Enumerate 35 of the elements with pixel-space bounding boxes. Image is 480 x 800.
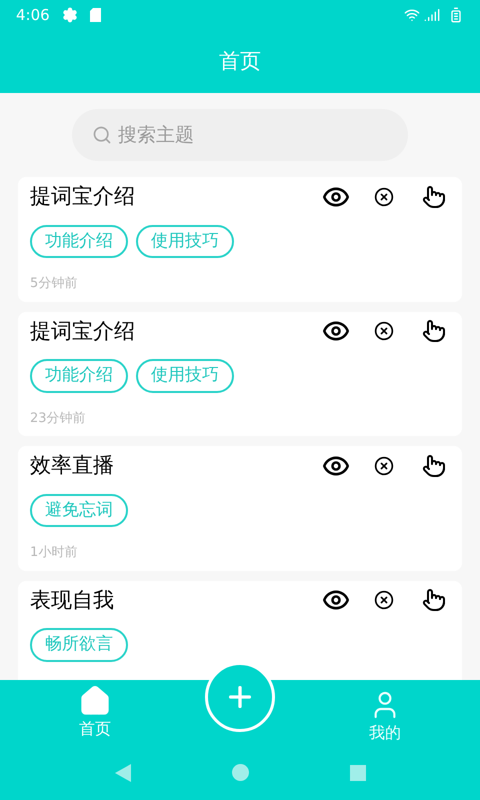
search-icon — [92, 125, 112, 145]
nav-tab[interactable]: 首页 — [0, 680, 190, 745]
topic-tag[interactable]: 使用技巧 — [136, 359, 234, 392]
hand-pointer-icon[interactable] — [422, 454, 446, 478]
wifi-icon — [404, 7, 420, 23]
topic-card[interactable]: 提词宝介绍 功能介绍 使用技巧 5分钟前 — [18, 177, 462, 302]
hand-pointer-icon[interactable] — [422, 184, 446, 209]
hand-pointer-icon[interactable] — [422, 319, 446, 344]
page-title: 首页 — [219, 48, 261, 75]
close-icon[interactable] — [374, 186, 394, 207]
status-time: 4:06 — [16, 4, 50, 26]
topic-tag[interactable]: 功能介绍 — [30, 359, 128, 392]
topic-title: 提词宝介绍 — [30, 318, 136, 344]
topic-card[interactable]: 提词宝介绍 功能介绍 使用技巧 23分钟前 — [18, 312, 462, 436]
timestamp: 5分钟前 — [30, 275, 78, 293]
topic-tag[interactable]: 避免忘词 — [30, 494, 128, 527]
timestamp: 23分钟前 — [30, 410, 87, 428]
timestamp: 1小时前 — [30, 544, 78, 562]
topic-card[interactable]: 效率直播 避免忘词 1小时前 — [18, 446, 462, 570]
topic-tag[interactable]: 功能介绍 — [30, 224, 128, 258]
signal-icon — [424, 7, 440, 23]
topic-title: 效率直播 — [30, 452, 115, 479]
search-field[interactable]: 搜索主题 — [72, 109, 408, 161]
close-icon[interactable] — [374, 321, 394, 342]
topic-title: 表现自我 — [30, 586, 115, 614]
sd-card-icon — [90, 8, 101, 22]
settings-icon — [62, 7, 78, 23]
nav-tab[interactable]: 我的 — [290, 680, 480, 745]
topic-card[interactable]: 表现自我 畅所欲言 — [18, 580, 462, 680]
topic-tag[interactable]: 使用技巧 — [136, 224, 234, 258]
close-icon[interactable] — [374, 590, 394, 610]
topic-tag[interactable]: 畅所欲言 — [30, 628, 128, 662]
hand-pointer-icon[interactable] — [422, 588, 446, 612]
close-icon[interactable] — [374, 456, 394, 476]
topic-title: 提词宝介绍 — [30, 183, 136, 210]
